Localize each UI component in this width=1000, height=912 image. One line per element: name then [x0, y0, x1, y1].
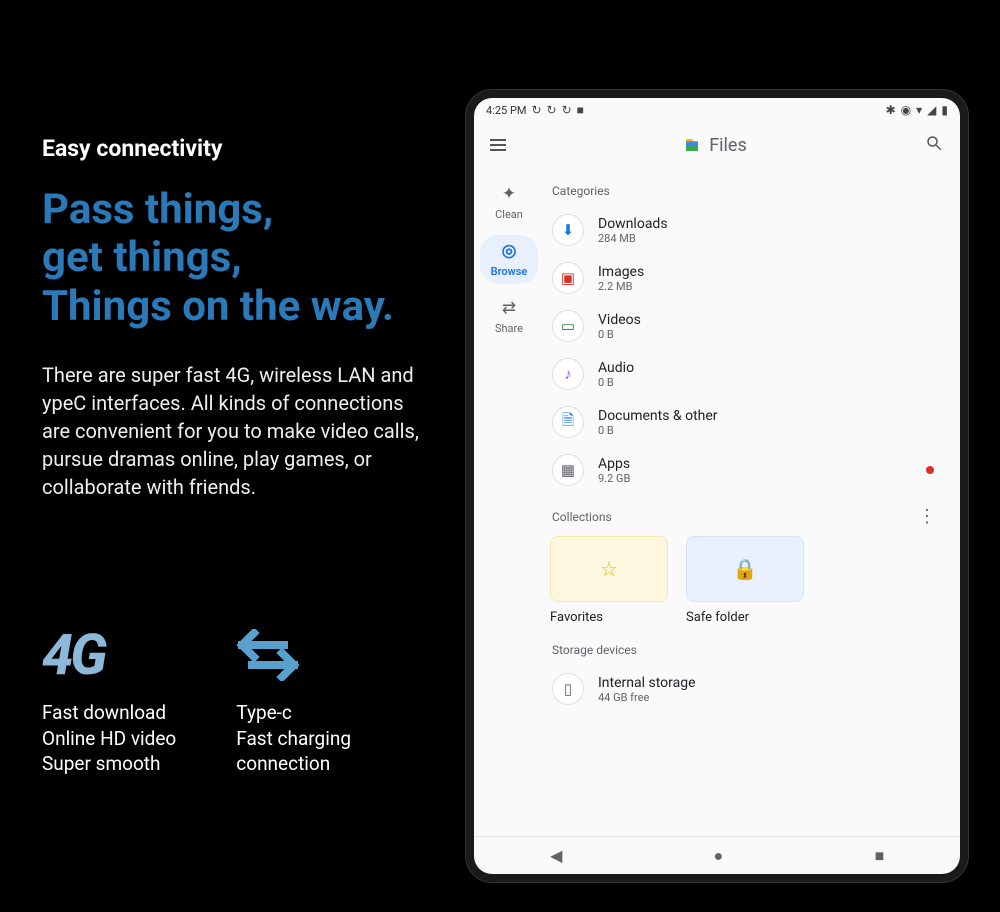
promo-headline: Pass things, get things, Things on the w… [42, 186, 432, 331]
collection-safe-folder[interactable]: 🔒 Safe folder [686, 536, 804, 625]
battery-icon: ▮ [941, 104, 948, 116]
eye-icon: ◉ [901, 104, 911, 116]
document-icon: 🗎 [552, 406, 584, 438]
app-title: Files [683, 135, 747, 156]
storage-internal[interactable]: ▯ Internal storage 44 GB free [550, 665, 942, 713]
category-apps[interactable]: ▦ Apps 9.2 GB [550, 446, 942, 494]
app-notification-icon: ■ [577, 104, 584, 116]
category-downloads[interactable]: ⬇ Downloads 284 MB [550, 206, 942, 254]
bluetooth-icon: ✱ [886, 104, 896, 116]
search-button[interactable] [924, 133, 944, 157]
phone-icon: ▯ [552, 673, 584, 705]
files-logo-icon [683, 136, 701, 154]
feature-typec: Type-c Fast charging connection [236, 620, 351, 777]
nav-home-button[interactable]: ● [713, 846, 723, 866]
apps-icon: ▦ [552, 454, 584, 486]
collection-favorites[interactable]: ☆ Favorites [550, 536, 668, 625]
section-storage: Storage devices [552, 643, 942, 657]
promo-subtitle: Easy connectivity [42, 135, 432, 162]
feature-line: Online HD video [42, 726, 176, 752]
sync-icon: ↻ [562, 104, 572, 116]
sync-icon: ↻ [547, 104, 557, 116]
menu-button[interactable] [490, 139, 506, 151]
tablet-frame: 4:25 PM ↻ ↻ ↻ ■ ✱ ◉ ▾ ◢ ▮ [466, 90, 968, 882]
image-icon: ▣ [552, 262, 584, 294]
content-area: ✦ Clean ◎ Browse ⇄ Share Categories ⬇ D [474, 168, 960, 836]
status-time: 4:25 PM [486, 104, 526, 117]
collections-row: ☆ Favorites 🔒 Safe folder [550, 536, 942, 625]
system-nav-bar: ▶ ● ■ [474, 836, 960, 874]
rail-item-browse[interactable]: ◎ Browse [480, 235, 538, 284]
rail-item-share[interactable]: ⇄ Share [480, 292, 538, 341]
four-g-icon: 4G [42, 620, 176, 690]
wifi-icon: ▾ [916, 104, 922, 116]
category-videos[interactable]: ▭ Videos 0 B [550, 302, 942, 350]
audio-icon: ♪ [552, 358, 584, 390]
feature-line: Fast charging [236, 726, 351, 752]
nav-back-button[interactable]: ▶ [550, 846, 562, 865]
category-documents[interactable]: 🗎 Documents & other 0 B [550, 398, 942, 446]
transfer-arrows-icon [236, 620, 351, 690]
alert-dot-icon [926, 466, 934, 474]
feature-4g: 4G Fast download Online HD video Super s… [42, 620, 176, 777]
rail-item-clean[interactable]: ✦ Clean [480, 178, 538, 227]
status-bar: 4:25 PM ↻ ↻ ↻ ■ ✱ ◉ ▾ ◢ ▮ [474, 98, 960, 122]
search-icon [925, 134, 943, 152]
share-icon: ⇄ [502, 298, 516, 318]
feature-line: Fast download [42, 700, 176, 726]
app-bar: Files [474, 122, 960, 168]
more-button[interactable]: ⋮ [914, 508, 940, 526]
download-icon: ⬇ [552, 214, 584, 246]
star-icon: ☆ [550, 536, 668, 602]
promo-body: There are super fast 4G, wireless LAN an… [42, 361, 432, 501]
headline-line: get things, [42, 234, 432, 282]
sync-icon: ↻ [531, 104, 541, 116]
feature-line: Type-c [236, 700, 351, 726]
browse-icon: ◎ [502, 241, 517, 261]
feature-line: Super smooth [42, 751, 176, 777]
section-collections: Collections [552, 510, 612, 524]
lock-icon: 🔒 [686, 536, 804, 602]
video-icon: ▭ [552, 310, 584, 342]
feature-line: connection [236, 751, 351, 777]
side-rail: ✦ Clean ◎ Browse ⇄ Share [474, 168, 544, 836]
signal-icon: ◢ [927, 104, 936, 116]
headline-line: Pass things, [42, 186, 432, 234]
headline-line: Things on the way. [42, 283, 432, 331]
tablet-screen: 4:25 PM ↻ ↻ ↻ ■ ✱ ◉ ▾ ◢ ▮ [474, 98, 960, 874]
section-categories: Categories [552, 184, 942, 198]
sparkle-icon: ✦ [502, 184, 516, 204]
category-images[interactable]: ▣ Images 2.2 MB [550, 254, 942, 302]
main-pane: Categories ⬇ Downloads 284 MB ▣ Images 2… [544, 168, 960, 836]
category-audio[interactable]: ♪ Audio 0 B [550, 350, 942, 398]
nav-recents-button[interactable]: ■ [875, 846, 885, 866]
promo-panel: Easy connectivity Pass things, get thing… [42, 135, 432, 501]
feature-row: 4G Fast download Online HD video Super s… [42, 620, 351, 777]
